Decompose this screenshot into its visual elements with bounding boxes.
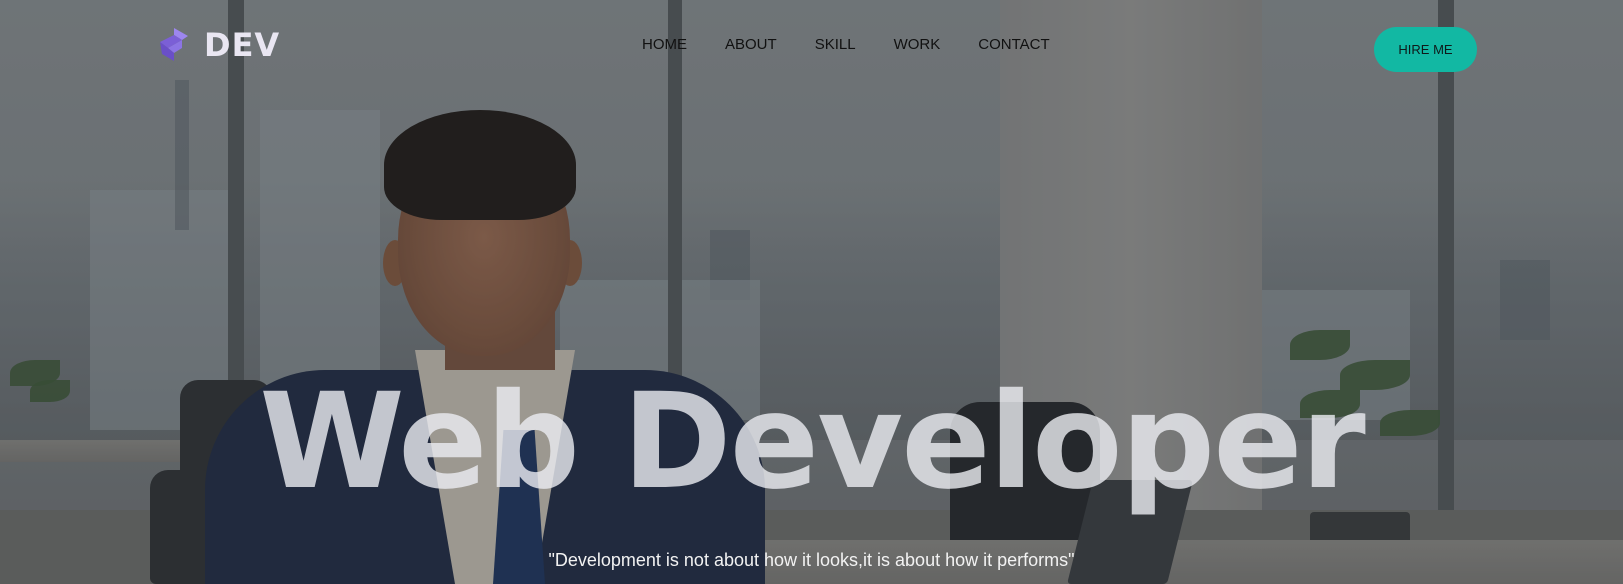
main-menu: HOME ABOUT SKILL WORK CONTACT [642, 36, 1088, 53]
hire-me-button[interactable]: HIRE ME [1374, 27, 1477, 72]
brand-name: DEV [204, 26, 281, 64]
hero-tagline: "Development is not about how it looks,i… [548, 550, 1075, 570]
brand-logo[interactable]: DEV [158, 26, 280, 64]
top-navbar: DEV HOME ABOUT SKILL WORK CONTACT HIRE M… [0, 0, 1623, 96]
hero-headline: Web Developer [259, 365, 1366, 519]
nav-home-link[interactable]: HOME [642, 36, 687, 53]
nav-contact-link[interactable]: CONTACT [978, 36, 1049, 53]
hero-section: DEV HOME ABOUT SKILL WORK CONTACT HIRE M… [0, 0, 1623, 584]
nav-skill-link[interactable]: SKILL [815, 36, 856, 53]
nav-work-link[interactable]: WORK [894, 36, 941, 53]
dev-logo-icon [158, 26, 192, 64]
nav-about-link[interactable]: ABOUT [725, 36, 777, 53]
